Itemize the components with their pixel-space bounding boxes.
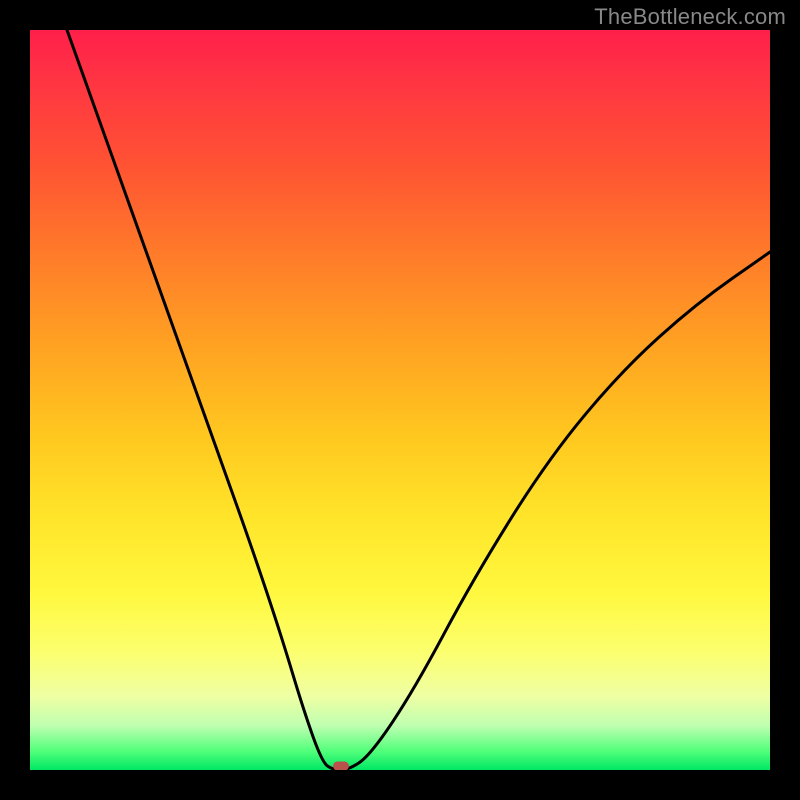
plot-area [30,30,770,770]
chart-frame: TheBottleneck.com [0,0,800,800]
bottleneck-curve [30,30,770,770]
watermark-text: TheBottleneck.com [594,4,786,30]
optimum-marker [333,762,349,770]
